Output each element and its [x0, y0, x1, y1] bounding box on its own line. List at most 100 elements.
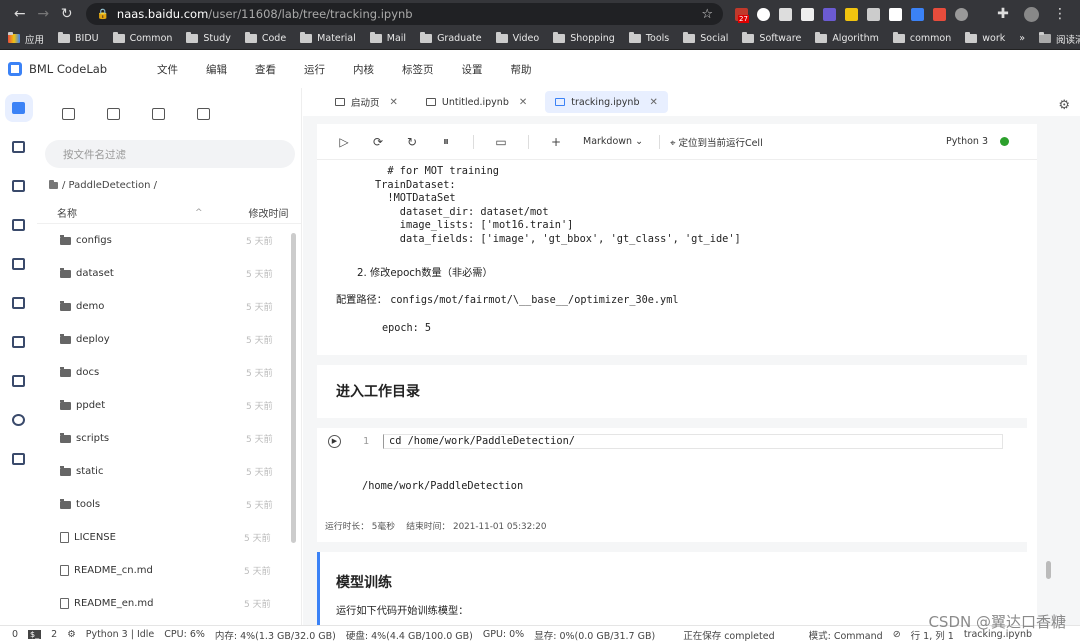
file-filter-input[interactable]: 按文件名过滤	[45, 140, 295, 168]
status-kernel[interactable]: Python 3 | Idle	[86, 629, 155, 640]
extension-icon[interactable]	[800, 7, 814, 21]
bookmark-software[interactable]: Software	[742, 32, 801, 44]
extension-icon[interactable]	[822, 7, 836, 21]
bookmark-shopping[interactable]: Shopping	[553, 32, 615, 44]
sidebar-tab-8[interactable]	[0, 361, 37, 400]
kernel-indicator[interactable]: Python 3	[946, 136, 1009, 147]
breadcrumb[interactable]: / PaddleDetection /	[37, 168, 301, 202]
puzzle-icon[interactable]: ✚	[991, 6, 1015, 22]
file-row[interactable]: README_en.md 5 天前	[37, 587, 301, 620]
sidebar-tab-7[interactable]	[0, 322, 37, 361]
extension-icon[interactable]: 27	[734, 7, 749, 23]
add-cell-icon[interactable]: +	[549, 135, 563, 149]
extension-icon[interactable]	[866, 7, 880, 21]
notebook-scrollbar[interactable]	[1046, 561, 1051, 579]
file-modified: 5 天前	[246, 303, 273, 313]
menu-view[interactable]: 查看	[255, 62, 276, 77]
file-row[interactable]: tools 5 天前	[37, 488, 301, 521]
sidebar-tab-2[interactable]	[0, 127, 37, 166]
bookmark-video[interactable]: Video	[495, 32, 539, 44]
sidebar-tab-5[interactable]	[0, 244, 37, 283]
bookmark-work[interactable]: work	[965, 32, 1005, 44]
reading-list-button[interactable]: 阅读清单	[1039, 32, 1080, 46]
file-row[interactable]: dataset 5 天前	[37, 257, 301, 290]
bookmark-mail[interactable]: Mail	[369, 32, 406, 44]
property-inspector-icon[interactable]: ⚙	[1058, 98, 1070, 113]
extension-icon[interactable]	[932, 7, 946, 21]
menu-run[interactable]: 运行	[304, 62, 325, 77]
extension-icon[interactable]	[844, 7, 858, 21]
menu-edit[interactable]: 编辑	[206, 62, 227, 77]
file-row[interactable]: README_cn.md 5 天前	[37, 554, 301, 587]
restart-icon[interactable]: ↻	[405, 135, 419, 149]
run-icon[interactable]: ▷	[337, 135, 351, 149]
sidebar-tab-4[interactable]	[0, 205, 37, 244]
back-arrow-icon[interactable]: ←	[8, 6, 31, 22]
bookmark-common[interactable]: common	[892, 32, 951, 44]
kebab-menu-icon[interactable]: ⋮	[1048, 6, 1072, 22]
bookmark-material[interactable]: Material	[300, 32, 356, 44]
terminal-icon[interactable]: $_	[28, 630, 42, 639]
new-launcher-icon[interactable]	[62, 108, 75, 120]
bookmark-graduate[interactable]: Graduate	[420, 32, 482, 44]
file-row[interactable]: LICENSE 5 天前	[37, 521, 301, 554]
bookmark-study[interactable]: Study	[186, 32, 231, 44]
interrupt-icon[interactable]: ⏸	[439, 134, 453, 149]
run-cell-icon[interactable]: ▶	[328, 435, 341, 448]
file-row[interactable]: demo 5 天前	[37, 290, 301, 323]
menu-help[interactable]: 帮助	[511, 62, 532, 77]
bookmark-common[interactable]: Common	[112, 32, 172, 44]
bookmark--[interactable]: 应用	[8, 32, 44, 46]
file-list-scrollbar[interactable]	[291, 233, 296, 543]
upload-icon[interactable]	[152, 108, 165, 120]
cell-type-select[interactable]: Markdown ⌄	[583, 136, 643, 147]
address-bar[interactable]: 🔒 naas.baidu.com /user/11608/lab/tree/tr…	[86, 3, 723, 25]
menu-kernel[interactable]: 内核	[353, 62, 374, 77]
extension-icon[interactable]	[888, 7, 902, 21]
tab-launcher[interactable]: 启动页 ✕	[325, 91, 408, 113]
sidebar-tab-6[interactable]	[0, 283, 37, 322]
forward-arrow-icon[interactable]: →	[31, 6, 54, 22]
menu-settings[interactable]: 设置	[462, 62, 483, 77]
refresh-icon[interactable]	[197, 108, 210, 120]
file-row[interactable]: configs 5 天前	[37, 224, 301, 257]
kernel-gear-icon[interactable]: ⚙	[67, 629, 76, 640]
extension-icon[interactable]	[778, 7, 792, 21]
file-row[interactable]: scripts 5 天前	[37, 422, 301, 455]
bookmark-star-icon[interactable]: ☆	[701, 7, 713, 22]
column-modified[interactable]: 修改时间	[249, 205, 289, 220]
code-editor[interactable]: cd /home/work/PaddleDetection/	[383, 434, 1003, 449]
avatar[interactable]	[1023, 6, 1039, 22]
close-icon[interactable]: ✕	[519, 97, 527, 108]
close-icon[interactable]: ✕	[390, 97, 398, 108]
extension-icon[interactable]	[756, 7, 770, 21]
new-folder-icon[interactable]	[107, 108, 120, 120]
sidebar-tab-10[interactable]	[0, 439, 37, 478]
tab-tracking[interactable]: tracking.ipynb ✕	[545, 91, 668, 113]
bookmark-bidu[interactable]: BIDU	[58, 32, 99, 44]
bookmark-social[interactable]: Social	[683, 32, 728, 44]
file-row[interactable]: ppdet 5 天前	[37, 389, 301, 422]
column-name[interactable]: 名称	[57, 205, 77, 220]
file-browser-tab[interactable]	[0, 88, 37, 127]
bookmark-algorithm[interactable]: Algorithm	[815, 32, 879, 44]
locate-cell-button[interactable]: ⌖ 定位到当前运行Cell	[670, 135, 763, 149]
sidebar-tab-9[interactable]	[0, 400, 37, 439]
close-icon[interactable]: ✕	[649, 97, 657, 108]
bookmarks-more-button[interactable]: »	[1019, 33, 1025, 44]
menu-tabs[interactable]: 标签页	[402, 62, 434, 77]
bookmark-tools[interactable]: Tools	[628, 32, 669, 44]
extension-icon[interactable]	[910, 7, 924, 21]
sort-caret-icon[interactable]: ^	[195, 208, 203, 218]
menu-file[interactable]: 文件	[157, 62, 178, 77]
save-icon[interactable]: ▭	[494, 135, 508, 149]
bookmark-code[interactable]: Code	[244, 32, 286, 44]
tab-untitled[interactable]: Untitled.ipynb ✕	[416, 91, 537, 113]
extension-icon[interactable]	[954, 7, 968, 21]
file-row[interactable]: docs 5 天前	[37, 356, 301, 389]
file-row[interactable]: deploy 5 天前	[37, 323, 301, 356]
reload-icon[interactable]: ↻	[55, 6, 78, 22]
sidebar-tab-3[interactable]	[0, 166, 37, 205]
run-all-icon[interactable]: ⟳	[371, 135, 385, 149]
file-row[interactable]: static 5 天前	[37, 455, 301, 488]
